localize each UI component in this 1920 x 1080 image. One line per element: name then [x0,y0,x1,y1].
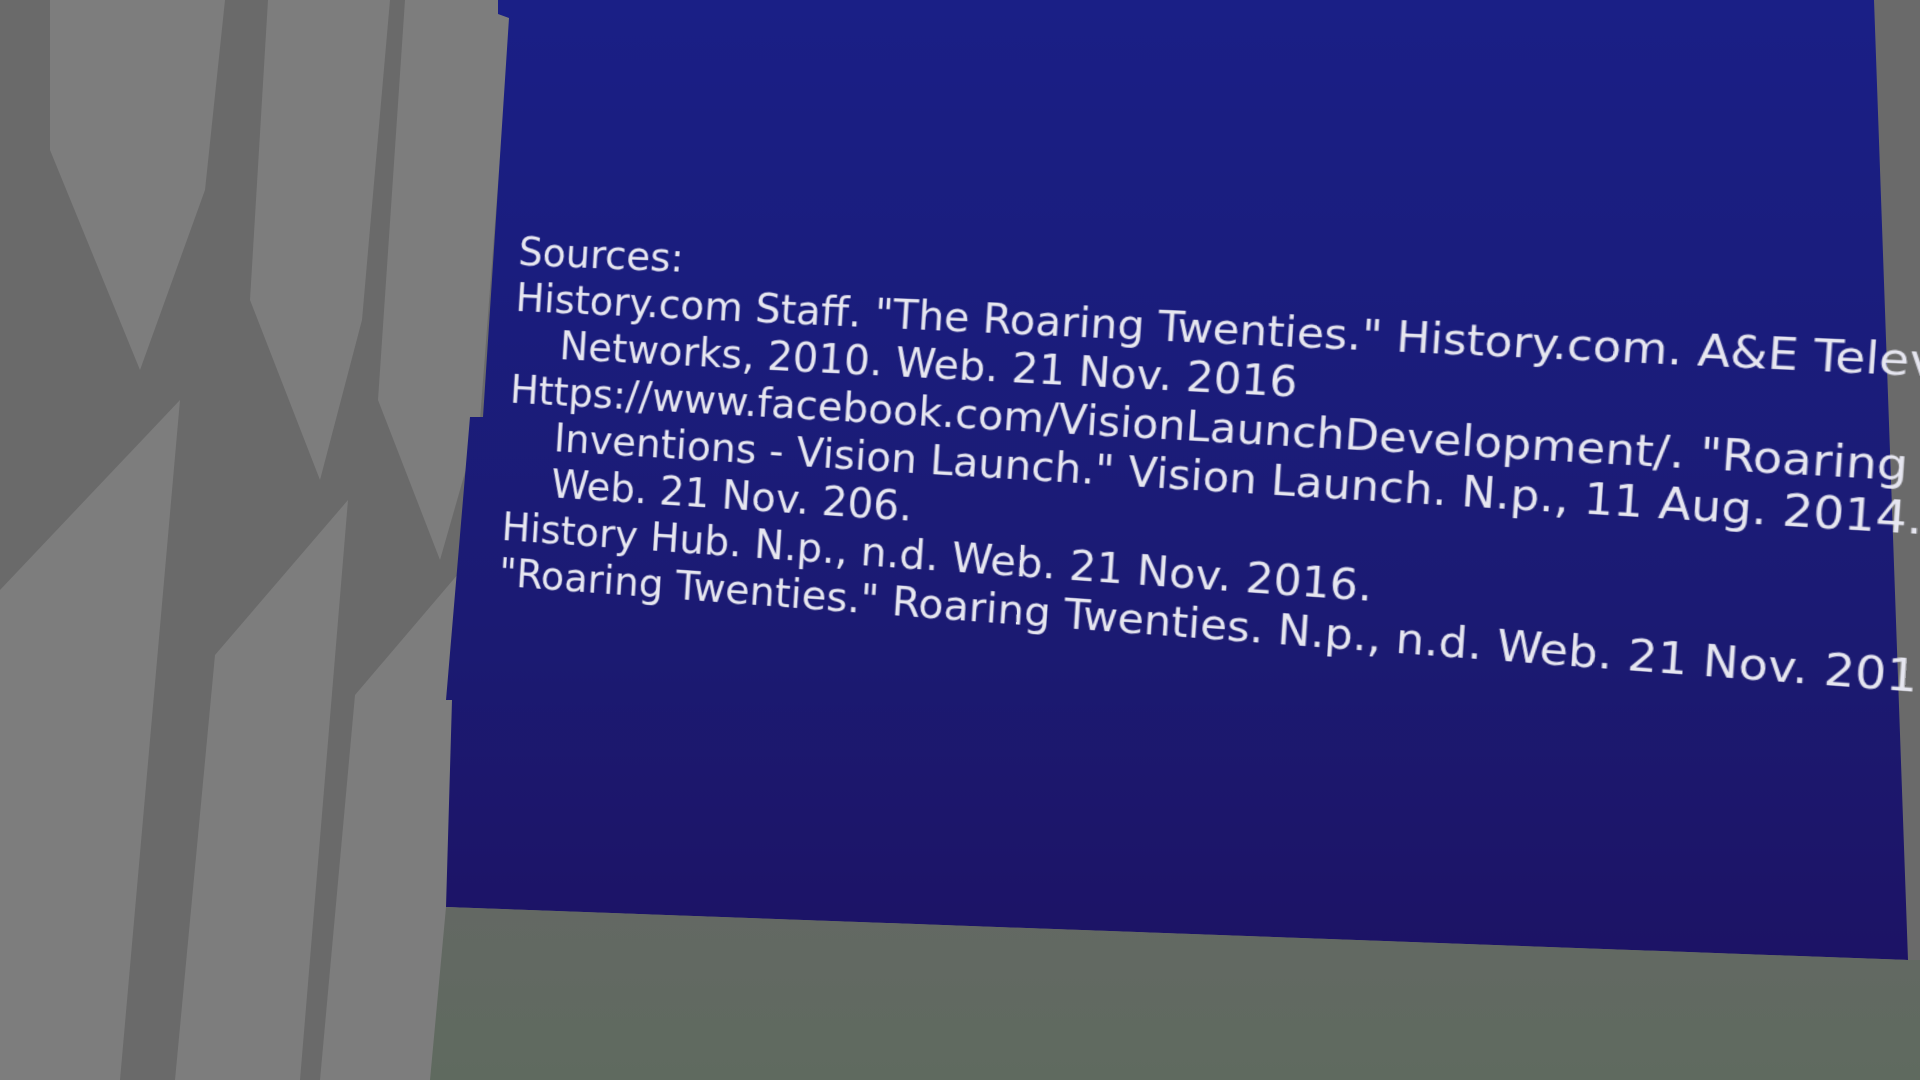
stripe-shape [50,0,225,370]
presentation-3d-view: Sources: History.com Staff. "The Roaring… [0,0,1920,1080]
stripe-shape [0,400,180,1080]
stripe-shape [175,500,348,1080]
stripe-shape [250,0,390,480]
